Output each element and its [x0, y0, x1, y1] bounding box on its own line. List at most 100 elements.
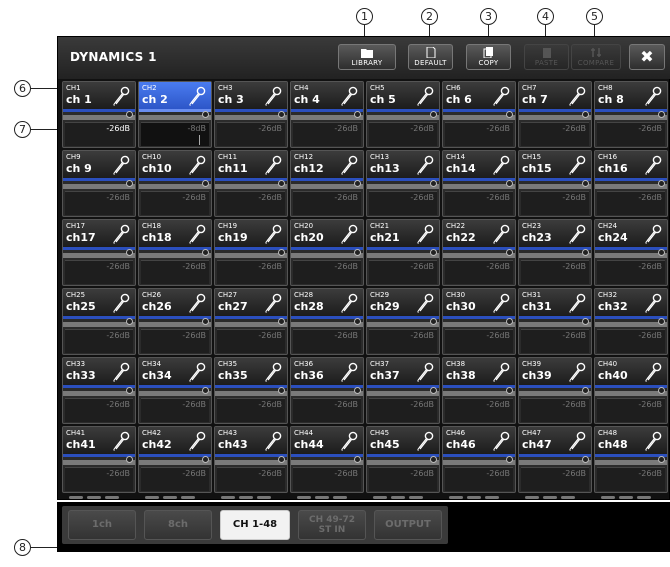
channel-header[interactable]: CH44 ch44 [291, 427, 363, 457]
dynamics-on-indicator[interactable] [430, 318, 437, 325]
library-button[interactable]: LIBRARY [338, 44, 396, 70]
dynamics-meter[interactable]: -26dB [141, 398, 209, 430]
dynamics-on-indicator[interactable] [126, 318, 133, 325]
channel-header[interactable]: CH13 ch13 [367, 151, 439, 181]
dynamics-meter[interactable]: -26dB [445, 467, 513, 499]
dynamics-on-indicator[interactable] [658, 387, 665, 394]
dynamics-meter[interactable]: -26dB [141, 260, 209, 292]
dynamics-on-indicator[interactable] [126, 456, 133, 463]
dynamics-meter[interactable]: -26dB [521, 122, 589, 154]
channel-cell[interactable]: CH32 ch32 -26dB [594, 288, 668, 361]
dynamics-on-indicator[interactable] [430, 249, 437, 256]
dynamics-meter[interactable]: -26dB [141, 329, 209, 361]
channel-cell[interactable]: CH43 ch43 -26dB [214, 426, 288, 499]
dynamics-on-indicator[interactable] [354, 387, 361, 394]
channel-cell[interactable]: CH13 ch13 -26dB [366, 150, 440, 223]
channel-cell[interactable]: CH38 ch38 -26dB [442, 357, 516, 430]
dynamics-on-indicator[interactable] [126, 249, 133, 256]
dynamics-on-indicator[interactable] [582, 249, 589, 256]
channel-header[interactable]: CH19 ch19 [215, 220, 287, 250]
channel-header[interactable]: CH32 ch32 [595, 289, 667, 319]
dynamics-on-indicator[interactable] [430, 456, 437, 463]
tab-ch-1-48[interactable]: CH 1-48 [220, 510, 290, 540]
channel-cell[interactable]: CH31 ch31 -26dB [518, 288, 592, 361]
channel-header[interactable]: CH10 ch10 [139, 151, 211, 181]
channel-cell[interactable]: CH22 ch22 -26dB [442, 219, 516, 292]
channel-cell[interactable]: CH9 ch 9 -26dB [62, 150, 136, 223]
channel-header[interactable]: CH15 ch15 [519, 151, 591, 181]
dynamics-meter[interactable]: -8dB [141, 122, 209, 146]
dynamics-meter[interactable]: -26dB [65, 191, 133, 223]
channel-header[interactable]: CH27 ch27 [215, 289, 287, 319]
channel-header[interactable]: CH36 ch36 [291, 358, 363, 388]
dynamics-meter[interactable]: -26dB [293, 467, 361, 499]
channel-cell[interactable]: CH48 ch48 -26dB [594, 426, 668, 499]
channel-header[interactable]: CH46 ch46 [443, 427, 515, 457]
channel-cell[interactable]: CH10 ch10 -26dB [138, 150, 212, 223]
channel-cell[interactable]: CH4 ch 4 -26dB [290, 81, 364, 154]
channel-cell[interactable]: CH44 ch44 -26dB [290, 426, 364, 499]
dynamics-meter[interactable]: -26dB [65, 398, 133, 430]
dynamics-on-indicator[interactable] [126, 180, 133, 187]
channel-header[interactable]: CH34 ch34 [139, 358, 211, 388]
channel-cell[interactable]: CH18 ch18 -26dB [138, 219, 212, 292]
dynamics-on-indicator[interactable] [354, 456, 361, 463]
dynamics-meter[interactable]: -26dB [521, 191, 589, 223]
dynamics-meter[interactable]: -26dB [65, 260, 133, 292]
dynamics-meter[interactable]: -26dB [521, 398, 589, 430]
channel-cell[interactable]: CH21 ch21 -26dB [366, 219, 440, 292]
copy-button[interactable]: COPY [466, 44, 511, 70]
dynamics-meter[interactable]: -26dB [293, 122, 361, 154]
dynamics-meter[interactable]: -26dB [597, 329, 665, 361]
channel-header[interactable]: CH30 ch30 [443, 289, 515, 319]
dynamics-on-indicator[interactable] [202, 111, 209, 118]
channel-header[interactable]: CH12 ch12 [291, 151, 363, 181]
dynamics-meter[interactable]: -26dB [369, 122, 437, 154]
dynamics-on-indicator[interactable] [278, 456, 285, 463]
dynamics-on-indicator[interactable] [354, 180, 361, 187]
dynamics-meter[interactable]: -26dB [217, 260, 285, 292]
channel-cell[interactable]: CH36 ch36 -26dB [290, 357, 364, 430]
channel-cell[interactable]: CH41 ch41 -26dB [62, 426, 136, 499]
channel-cell[interactable]: CH40 ch40 -26dB [594, 357, 668, 430]
channel-cell[interactable]: CH5 ch 5 -26dB [366, 81, 440, 154]
dynamics-on-indicator[interactable] [430, 387, 437, 394]
channel-header[interactable]: CH6 ch 6 [443, 82, 515, 112]
channel-header[interactable]: CH37 ch37 [367, 358, 439, 388]
channel-header[interactable]: CH2 ch 2 [139, 82, 211, 112]
channel-header[interactable]: CH38 ch38 [443, 358, 515, 388]
channel-header[interactable]: CH33 ch33 [63, 358, 135, 388]
channel-cell[interactable]: CH19 ch19 -26dB [214, 219, 288, 292]
channel-cell[interactable]: CH39 ch39 -26dB [518, 357, 592, 430]
channel-cell[interactable]: CH8 ch 8 -26dB [594, 81, 668, 154]
dynamics-on-indicator[interactable] [658, 318, 665, 325]
channel-header[interactable]: CH8 ch 8 [595, 82, 667, 112]
channel-cell[interactable]: CH1 ch 1 -26dB [62, 81, 136, 154]
dynamics-meter[interactable]: -26dB [445, 329, 513, 361]
dynamics-meter[interactable]: -26dB [293, 260, 361, 292]
paste-button[interactable]: PASTE [524, 44, 569, 70]
dynamics-on-indicator[interactable] [354, 318, 361, 325]
dynamics-on-indicator[interactable] [202, 180, 209, 187]
dynamics-meter[interactable]: -26dB [369, 398, 437, 430]
dynamics-meter[interactable]: -26dB [597, 191, 665, 223]
channel-header[interactable]: CH35 ch35 [215, 358, 287, 388]
channel-cell[interactable]: CH20 ch20 -26dB [290, 219, 364, 292]
channel-header[interactable]: CH16 ch16 [595, 151, 667, 181]
dynamics-on-indicator[interactable] [506, 318, 513, 325]
channel-cell[interactable]: CH24 ch24 -26dB [594, 219, 668, 292]
dynamics-on-indicator[interactable] [506, 387, 513, 394]
channel-cell[interactable]: CH23 ch23 -26dB [518, 219, 592, 292]
channel-cell[interactable]: CH26 ch26 -26dB [138, 288, 212, 361]
channel-header[interactable]: CH4 ch 4 [291, 82, 363, 112]
channel-cell[interactable]: CH17 ch17 -26dB [62, 219, 136, 292]
dynamics-on-indicator[interactable] [202, 249, 209, 256]
channel-cell[interactable]: CH27 ch27 -26dB [214, 288, 288, 361]
dynamics-meter[interactable]: -26dB [445, 260, 513, 292]
channel-cell[interactable]: CH46 ch46 -26dB [442, 426, 516, 499]
channel-header[interactable]: CH42 ch42 [139, 427, 211, 457]
dynamics-meter[interactable]: -26dB [293, 398, 361, 430]
channel-cell[interactable]: CH33 ch33 -26dB [62, 357, 136, 430]
channel-header[interactable]: CH22 ch22 [443, 220, 515, 250]
dynamics-on-indicator[interactable] [202, 318, 209, 325]
